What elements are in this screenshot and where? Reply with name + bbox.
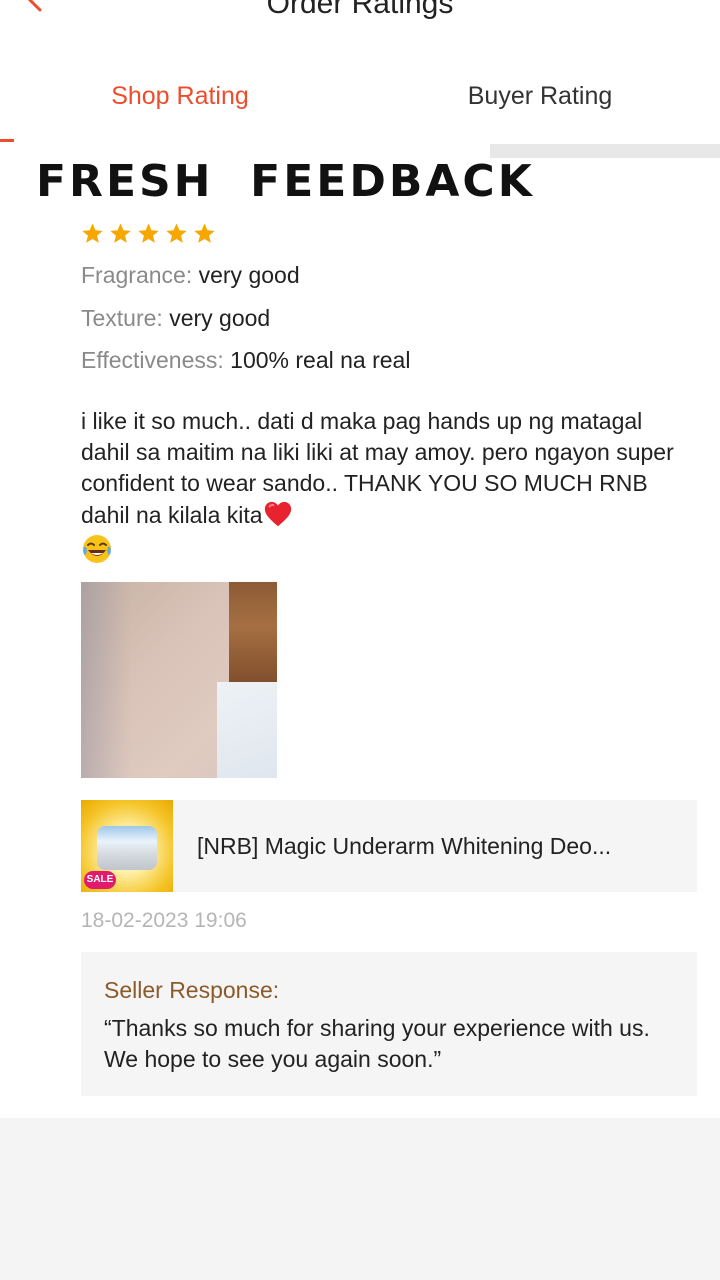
bottom-empty-area [0, 1118, 720, 1280]
photo-cloth [217, 682, 277, 778]
star-icon [166, 223, 187, 243]
app-header: Order Ratings [0, 0, 720, 40]
product-name: [NRB] Magic Underarm Whitening Deo... [197, 833, 612, 859]
sale-badge: SALE [84, 871, 116, 889]
star-icon [194, 223, 215, 243]
attribute-key: Fragrance: [81, 262, 193, 288]
product-jar-image [97, 826, 157, 870]
tab-shop-rating[interactable]: Shop Rating [30, 80, 330, 112]
seller-response: Seller Response: “Thanks so much for sha… [81, 952, 697, 1096]
attribute-value: very good [198, 262, 300, 288]
product-link[interactable]: SALE [NRB] Magic Underarm Whitening Deo.… [81, 800, 697, 892]
tab-buyer-rating[interactable]: Buyer Rating [390, 80, 690, 112]
star-rating [81, 222, 216, 248]
heart-emoji-icon [264, 501, 291, 527]
review-text: i like it so much.. dati d maka pag hand… [81, 406, 681, 565]
attribute-key: Effectiveness: [81, 347, 224, 373]
rating-tabs: Shop Rating Buyer Rating [0, 40, 720, 142]
photo-shade [81, 582, 131, 778]
review-body: i like it so much.. dati d maka pag hand… [81, 408, 674, 528]
star-icon [138, 223, 159, 243]
product-thumbnail: SALE [81, 800, 173, 892]
attribute-fragrance: Fragrance: very good [81, 260, 300, 290]
seller-response-text: “Thanks so much for sharing your experie… [104, 1015, 650, 1072]
review-timestamp: 18-02-2023 19:06 [81, 909, 247, 932]
attribute-value: 100% real na real [230, 347, 411, 373]
photo-wood-background [229, 582, 277, 692]
review-photo[interactable] [81, 582, 277, 778]
star-icon [82, 223, 103, 243]
star-icon [110, 223, 131, 243]
attribute-texture: Texture: very good [81, 303, 270, 333]
page-title: Order Ratings [266, 0, 454, 20]
attribute-effectiveness: Effectiveness: 100% real na real [81, 345, 410, 375]
attribute-value: very good [169, 305, 271, 331]
attribute-key: Texture: [81, 305, 163, 331]
seller-response-title: Seller Response: [104, 977, 280, 1003]
laughing-emoji-icon [83, 535, 111, 563]
fresh-feedback-banner: FRESH FEEDBACK [36, 156, 535, 207]
